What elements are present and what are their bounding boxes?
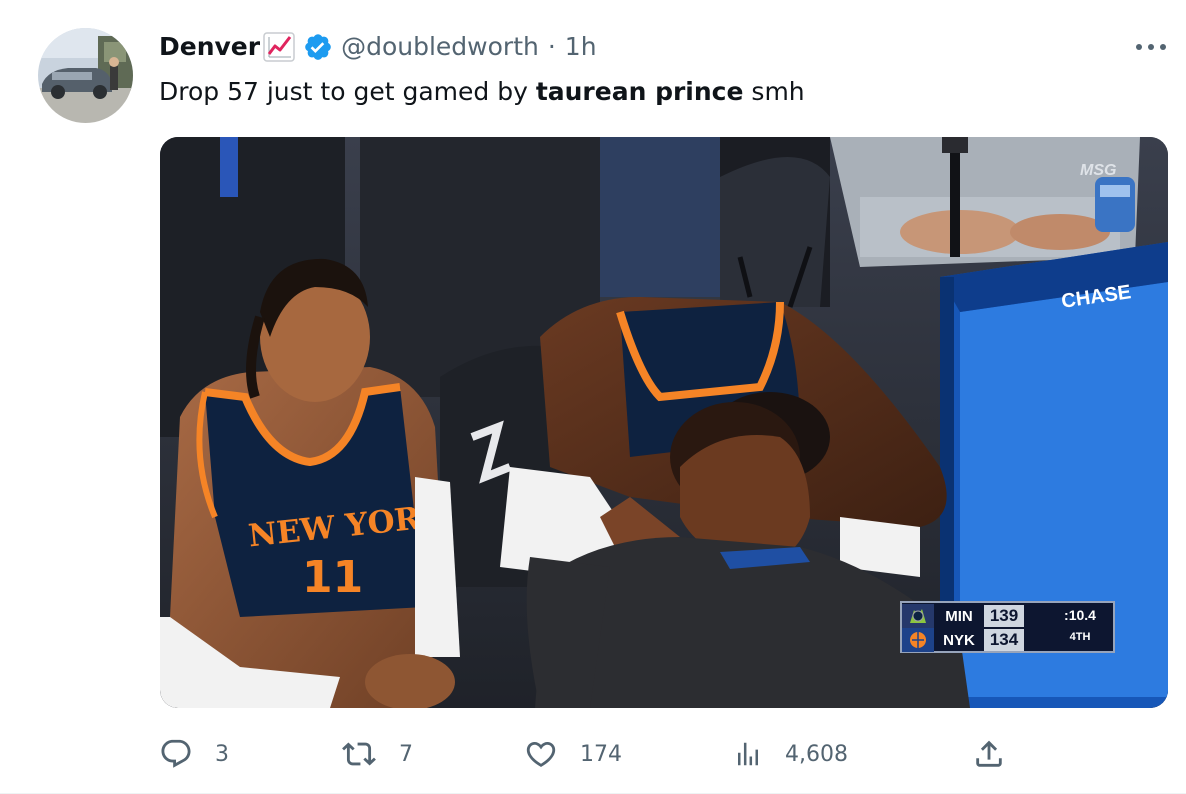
tweet-actions-bar: 3 7 174 4,608 [0, 734, 1186, 774]
share-button[interactable] [972, 734, 1006, 774]
author-display-name[interactable]: Denver [159, 30, 260, 64]
like-button[interactable]: 174 [524, 734, 622, 774]
share-icon [976, 740, 1002, 767]
tweet-header: Denver @doubledworth · 1h [159, 30, 597, 64]
tweet-text-end: smh [743, 77, 805, 106]
timberwolves-logo-icon [902, 604, 934, 628]
more-options-button[interactable] [1133, 33, 1169, 61]
knicks-logo-icon [902, 628, 934, 652]
retweet-icon [342, 742, 376, 766]
verified-badge-icon [303, 32, 333, 62]
retweet-button[interactable]: 7 [341, 734, 413, 774]
game-period: 4TH [1069, 631, 1091, 643]
views-button[interactable]: 4,608 [733, 734, 848, 774]
away-score: 139 [984, 605, 1024, 627]
author-avatar[interactable] [38, 28, 133, 123]
away-team: MIN [945, 607, 973, 625]
tweet-timestamp[interactable]: 1h [565, 30, 597, 64]
tweet-text: Drop 57 just to get gamed by taurean pri… [159, 75, 805, 109]
scoreboard-home-row: NYK 134 [902, 628, 1024, 652]
tweet-text-bold: taurean prince [535, 77, 744, 106]
tweet-card[interactable]: Denver @doubledworth · 1h Drop 57 just t… [0, 0, 1186, 794]
tweet-media-image[interactable]: MSG CHASE NEW YORK 11 MIN 139 NYK 134:1… [160, 137, 1168, 708]
home-score: 134 [984, 629, 1024, 651]
network-logo-text: MSG [1080, 162, 1116, 179]
chart-increasing-icon [263, 32, 295, 62]
scoreboard-away-row: MIN 139 [902, 604, 1024, 628]
heart-icon [526, 741, 556, 767]
header-separator: · [547, 32, 556, 61]
scoreboard: MIN 139 NYK 134 :10.4 4TH [900, 601, 1115, 653]
like-count: 174 [580, 741, 622, 767]
reply-button[interactable]: 3 [159, 734, 229, 774]
author-handle[interactable]: @doubledworth [341, 30, 539, 64]
views-icon [738, 742, 758, 766]
more-icon [1136, 44, 1166, 50]
tweet-text-start: Drop 57 just to get gamed by [159, 77, 536, 106]
reply-icon [161, 739, 191, 768]
reply-count: 3 [215, 741, 229, 767]
home-team: NYK [943, 631, 975, 649]
game-clock: :10.4 [1064, 607, 1096, 623]
retweet-count: 7 [399, 741, 413, 767]
views-count: 4,608 [785, 741, 848, 767]
jersey-number: 11 [302, 552, 363, 603]
